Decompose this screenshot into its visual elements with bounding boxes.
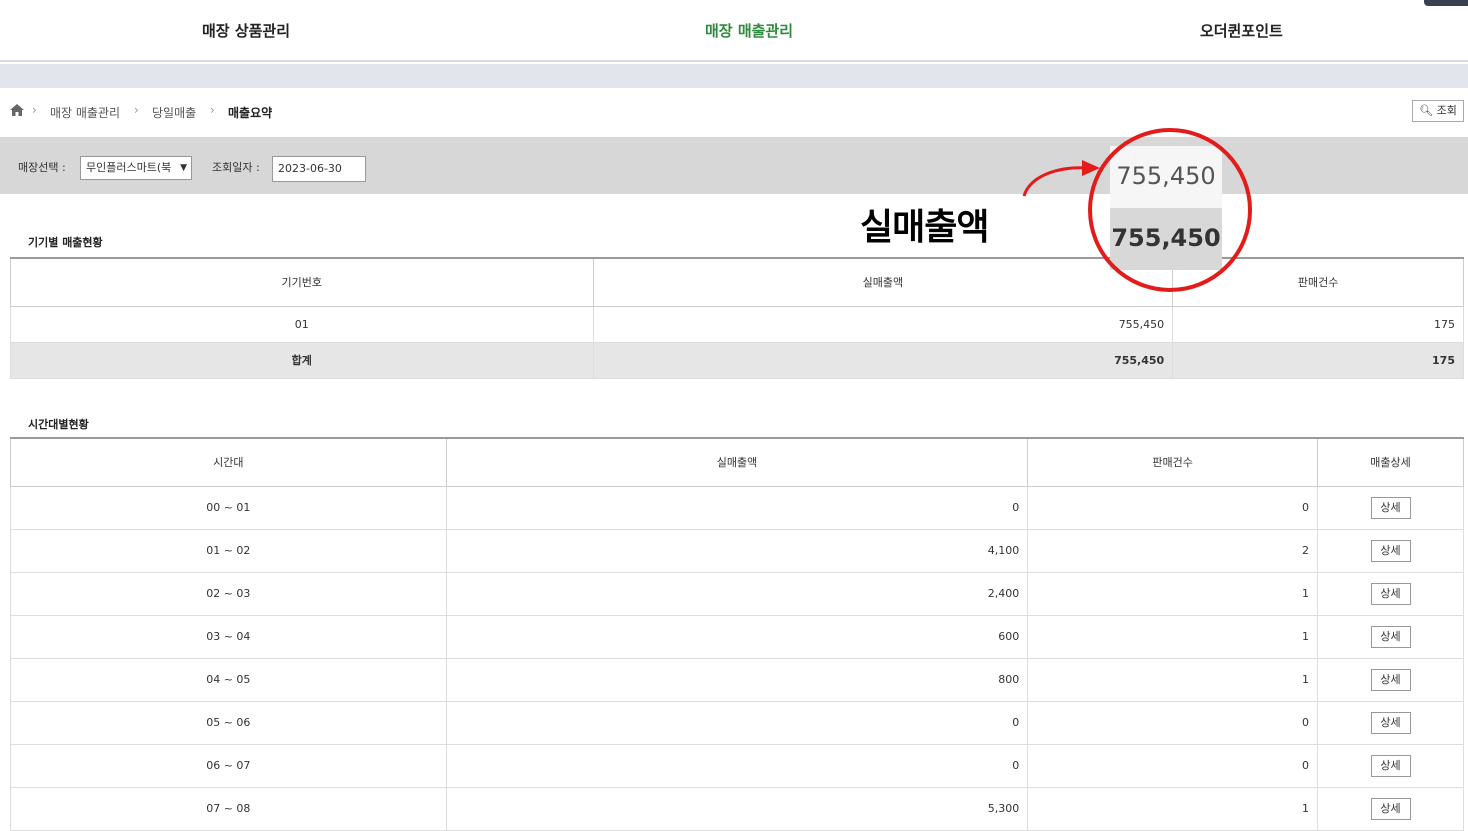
net-sales-cell: 5,300 xyxy=(445,786,1029,831)
breadcrumb-item-sales-summary: 매출요약 xyxy=(228,106,273,120)
time-slot-cell: 07 ~ 08 xyxy=(10,786,447,831)
top-navigation: 매장 상품관리 매장 매출관리 오더퀸포인트 xyxy=(0,0,1468,62)
column-header: 판매건수 xyxy=(1027,437,1319,487)
detail-cell: 상세 xyxy=(1317,571,1464,616)
nav-item-product-management[interactable]: 매장 상품관리 xyxy=(202,0,290,62)
date-label: 조회일자 : xyxy=(212,161,260,174)
detail-cell: 상세 xyxy=(1317,786,1464,831)
net-sales-cell: 0 xyxy=(445,743,1029,788)
detail-button[interactable]: 상세 xyxy=(1370,625,1411,648)
total-sales-count-cell: 175 xyxy=(1172,341,1464,379)
table-row: 06 ~ 07 0 0 상세 xyxy=(10,743,1464,788)
column-header: 매출상세 xyxy=(1317,437,1464,487)
table-row: 05 ~ 06 0 0 상세 xyxy=(10,700,1464,745)
column-header: 실매출액 xyxy=(592,257,1174,307)
detail-cell: 상세 xyxy=(1317,528,1464,573)
time-slot-cell: 00 ~ 01 xyxy=(10,485,447,530)
breadcrumb-item-sales-management[interactable]: 매장 매출관리 xyxy=(50,104,120,121)
time-slot-cell: 06 ~ 07 xyxy=(10,743,447,788)
sales-count-cell: 1 xyxy=(1027,657,1319,702)
detail-cell: 상세 xyxy=(1317,657,1464,702)
column-header: 시간대 xyxy=(10,437,447,487)
nav-item-orderqueen-point[interactable]: 오더퀸포인트 xyxy=(1200,0,1283,62)
table-row: 04 ~ 05 800 1 상세 xyxy=(10,657,1464,702)
time-slot-cell: 04 ~ 05 xyxy=(10,657,447,702)
breadcrumb-item-today-sales[interactable]: 당일매출 xyxy=(152,104,196,121)
time-section-title: 시간대별현황 xyxy=(28,418,89,431)
total-label-cell: 합계 xyxy=(10,341,594,379)
table-row: 02 ~ 03 2,400 1 상세 xyxy=(10,571,1464,616)
time-slot-cell: 03 ~ 04 xyxy=(10,614,447,659)
store-select-value: 무인플러스마트(북 xyxy=(86,161,172,174)
column-header: 기기번호 xyxy=(10,257,594,307)
search-icon: 🔍︎ xyxy=(1419,104,1434,117)
device-sales-table: 기기번호 실매출액 판매건수 01 755,450 175 합계 755,450… xyxy=(10,257,1464,379)
breadcrumb: › 매장 매출관리 › 당일매출 › 매출요약 xyxy=(0,88,1468,136)
detail-button[interactable]: 상세 xyxy=(1370,539,1411,562)
annotation-label: 실매출액 xyxy=(860,207,989,248)
highlight-circle xyxy=(1088,128,1252,292)
net-sales-cell: 755,450 xyxy=(592,305,1174,343)
nav-item-sales-management[interactable]: 매장 매출관리 xyxy=(705,0,793,62)
total-row: 합계 755,450 175 xyxy=(10,341,1464,379)
chevron-down-icon: ▼ xyxy=(180,163,187,173)
net-sales-cell: 2,400 xyxy=(445,571,1029,616)
sales-count-cell: 0 xyxy=(1027,700,1319,745)
detail-cell: 상세 xyxy=(1317,700,1464,745)
breadcrumb-separator: › xyxy=(32,103,37,117)
sales-count-cell: 1 xyxy=(1027,786,1319,831)
sales-count-cell: 1 xyxy=(1027,571,1319,616)
sales-count-cell: 0 xyxy=(1027,485,1319,530)
detail-cell: 상세 xyxy=(1317,485,1464,530)
device-number-cell: 01 xyxy=(10,305,594,343)
detail-button[interactable]: 상세 xyxy=(1370,711,1411,734)
detail-cell: 상세 xyxy=(1317,614,1464,659)
date-input[interactable]: 2023-06-30 xyxy=(272,156,366,182)
device-section-title: 기기별 매출현황 xyxy=(28,236,103,249)
store-select[interactable]: 무인플러스마트(북 ▼ xyxy=(80,156,192,180)
query-button-label: 조회 xyxy=(1436,104,1457,117)
table-row: 01 755,450 175 xyxy=(10,305,1464,343)
detail-button[interactable]: 상세 xyxy=(1370,582,1411,605)
detail-button[interactable]: 상세 xyxy=(1370,797,1411,820)
sales-count-cell: 2 xyxy=(1027,528,1319,573)
net-sales-cell: 0 xyxy=(445,700,1029,745)
table-row: 03 ~ 04 600 1 상세 xyxy=(10,614,1464,659)
column-header: 실매출액 xyxy=(445,437,1029,487)
detail-button[interactable]: 상세 xyxy=(1370,754,1411,777)
table-row: 00 ~ 01 0 0 상세 xyxy=(10,485,1464,530)
sales-count-cell: 1 xyxy=(1027,614,1319,659)
divider-band xyxy=(0,64,1468,88)
home-icon[interactable] xyxy=(10,104,24,116)
total-net-sales-cell: 755,450 xyxy=(592,341,1174,379)
net-sales-cell: 600 xyxy=(445,614,1029,659)
net-sales-cell: 4,100 xyxy=(445,528,1029,573)
sales-count-cell: 0 xyxy=(1027,743,1319,788)
net-sales-cell: 800 xyxy=(445,657,1029,702)
detail-cell: 상세 xyxy=(1317,743,1464,788)
corner-tab[interactable] xyxy=(1424,0,1468,6)
store-select-label: 매장선택 : xyxy=(18,161,66,174)
query-button[interactable]: 🔍︎ 조회 xyxy=(1412,100,1464,122)
time-slot-cell: 02 ~ 03 xyxy=(10,571,447,616)
detail-button[interactable]: 상세 xyxy=(1370,668,1411,691)
table-row: 07 ~ 08 5,300 1 상세 xyxy=(10,786,1464,831)
breadcrumb-separator: › xyxy=(210,103,215,117)
table-row: 01 ~ 02 4,100 2 상세 xyxy=(10,528,1464,573)
time-slot-cell: 01 ~ 02 xyxy=(10,528,447,573)
breadcrumb-separator: › xyxy=(134,103,139,117)
sales-count-cell: 175 xyxy=(1172,305,1464,343)
detail-button[interactable]: 상세 xyxy=(1370,496,1411,519)
hourly-sales-table: 시간대 실매출액 판매건수 매출상세 00 ~ 01 0 0 상세 01 ~ 02 4,1… xyxy=(10,437,1464,831)
time-slot-cell: 05 ~ 06 xyxy=(10,700,447,745)
net-sales-cell: 0 xyxy=(445,485,1029,530)
